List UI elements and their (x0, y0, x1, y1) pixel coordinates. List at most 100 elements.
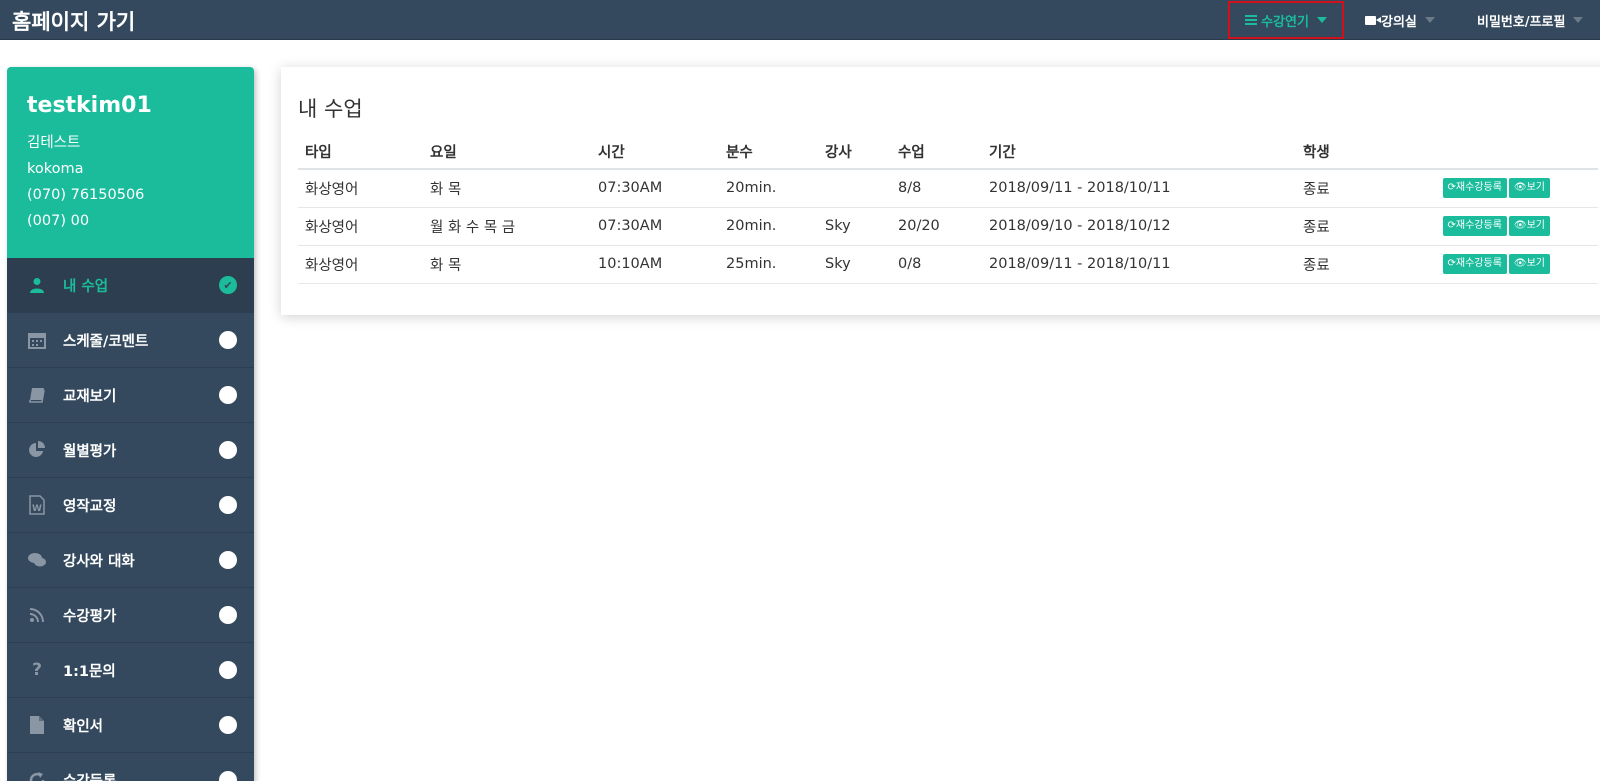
caret-down-icon (1424, 17, 1435, 23)
view-label: 보기 (1526, 182, 1545, 194)
sidebar-item-writing-correction[interactable]: W 영작교정 (7, 478, 254, 533)
course-postpone-label: 수강연기 (1261, 14, 1309, 30)
user-phone-1: (070) 76150506 (27, 187, 145, 203)
reregister-label: 재수강등록 (1455, 258, 1502, 269)
cell-type: 화상영어 (298, 245, 423, 284)
cell-days: 화 목 (423, 169, 591, 208)
view-button[interactable]: 👁보기 (1508, 254, 1550, 274)
cell-type: 화상영어 (298, 169, 423, 208)
sidebar-item-label: 강사와 대화 (63, 553, 135, 570)
comments-icon (27, 550, 47, 570)
cell-period: 2018/09/11 - 2018/10/11 (982, 169, 1296, 208)
cell-time: 07:30AM (591, 207, 719, 246)
password-profile-menu[interactable]: 비밀번호/프로필 (1477, 0, 1584, 40)
refresh-icon (27, 770, 47, 781)
my-classes-panel: 내 수업 타입 요일 시간 분수 강사 수업 기간 학생 화상영어 화 목 07… (281, 67, 1600, 315)
sidebar-item-schedule[interactable]: 스케줄/코멘트 (7, 313, 254, 368)
caret-down-icon (1316, 17, 1327, 23)
cell-days: 화 목 (423, 245, 591, 284)
sidebar-item-label: 내 수업 (63, 278, 109, 295)
classroom-label: 강의실 (1381, 14, 1417, 30)
cell-days: 월 화 수 목 금 (423, 207, 591, 246)
table-row: 화상영어 화 목 07:30AM 20min. 8/8 2018/09/11 -… (298, 169, 1598, 208)
sidebar: testkim01 김테스트 kokoma (070) 76150506 (00… (7, 67, 254, 781)
cell-teacher: Sky (818, 207, 891, 246)
check-circle-icon: ✔ (219, 276, 237, 294)
view-label: 보기 (1526, 258, 1545, 269)
sidebar-item-my-classes[interactable]: 내 수업 ✔ (7, 258, 254, 313)
table-row: 화상영어 월 화 수 목 금 07:30AM 20min. Sky 20/20 … (298, 207, 1598, 246)
table-header-row: 타입 요일 시간 분수 강사 수업 기간 학생 (298, 135, 1598, 170)
col-lessons: 수업 (891, 135, 982, 170)
status-dot (219, 386, 237, 404)
sidebar-item-course-review[interactable]: 수강평가 (7, 588, 254, 643)
word-file-icon: W (27, 495, 47, 515)
sidebar-item-label: 1:1문의 (63, 663, 116, 680)
classroom-menu[interactable]: 강의실 (1365, 0, 1435, 40)
sidebar-item-monthly-evaluation[interactable]: 월별평가 (7, 423, 254, 478)
question-icon: ? (32, 660, 42, 680)
table-row: 화상영어 화 목 10:10AM 25min. Sky 0/8 2018/09/… (298, 245, 1598, 284)
list-icon (1245, 15, 1258, 25)
col-time: 시간 (591, 135, 719, 170)
sidebar-item-inquiry[interactable]: ? 1:1문의 (7, 643, 254, 698)
sidebar-item-chat-teacher[interactable]: 강사와 대화 (7, 533, 254, 588)
rss-icon (27, 605, 47, 625)
cell-time: 10:10AM (591, 245, 719, 284)
cell-period: 2018/09/11 - 2018/10/11 (982, 245, 1296, 284)
reregister-button[interactable]: ⟳재수강등록 (1442, 254, 1507, 274)
status-dot (219, 661, 237, 679)
status-dot (219, 716, 237, 734)
view-label: 보기 (1526, 220, 1545, 231)
cell-teacher: Sky (818, 245, 891, 284)
file-icon (27, 715, 47, 735)
cell-status: 종료 (1296, 245, 1396, 284)
username: testkim01 (27, 93, 152, 118)
cell-actions: ⟳재수강등록 👁보기 (1396, 245, 1598, 284)
cell-type: 화상영어 (298, 207, 423, 246)
calendar-icon (27, 330, 47, 350)
reregister-label: 재수강등록 (1455, 220, 1502, 231)
password-profile-label: 비밀번호/프로필 (1477, 14, 1566, 30)
col-minutes: 분수 (719, 135, 818, 170)
user-icon (27, 275, 47, 295)
sidebar-item-label: 영작교정 (63, 498, 117, 515)
sidebar-menu: 내 수업 ✔ 스케줄/코멘트 교재보기 월별평가 W 영작교정 강사와 대화 수… (7, 258, 254, 781)
cell-minutes: 25min. (719, 245, 818, 284)
top-navbar: 홈페이지 가기 수강연기 강의실 비밀번호/프로필 (0, 0, 1600, 40)
col-type: 타입 (298, 135, 423, 170)
col-student: 학생 (1296, 135, 1396, 170)
sidebar-item-textbook[interactable]: 교재보기 (7, 368, 254, 423)
view-button[interactable]: 👁보기 (1508, 216, 1550, 236)
user-phone-2: (007) 00 (27, 213, 90, 229)
course-postpone-menu[interactable]: 수강연기 (1228, 1, 1344, 39)
col-days: 요일 (423, 135, 591, 170)
view-button[interactable]: 👁보기 (1508, 178, 1550, 199)
user-profile-card: testkim01 김테스트 kokoma (070) 76150506 (00… (7, 67, 254, 258)
classes-table: 타입 요일 시간 분수 강사 수업 기간 학생 화상영어 화 목 07:30AM… (298, 135, 1598, 284)
reregister-button[interactable]: ⟳재수강등록 (1442, 178, 1507, 199)
cell-lessons: 20/20 (891, 207, 982, 246)
sidebar-item-label: 수강등록 (63, 770, 116, 781)
status-dot (219, 551, 237, 569)
cell-actions: ⟳재수강등록 👁보기 (1396, 207, 1598, 246)
sidebar-item-certificate[interactable]: 확인서 (7, 698, 254, 753)
cell-status: 종료 (1296, 169, 1396, 208)
sidebar-item-label: 수강평가 (63, 608, 117, 625)
sidebar-item-label: 스케줄/코멘트 (63, 333, 149, 350)
col-actions (1396, 135, 1598, 170)
user-org: kokoma (27, 161, 84, 177)
video-camera-icon (1365, 15, 1381, 25)
pie-chart-icon (27, 440, 47, 460)
sidebar-item-label: 확인서 (63, 718, 104, 735)
reregister-button[interactable]: ⟳재수강등록 (1442, 216, 1507, 236)
book-icon (27, 385, 47, 405)
cell-teacher (818, 169, 891, 208)
page-title: 내 수업 (298, 97, 363, 121)
cell-lessons: 8/8 (891, 169, 982, 208)
sidebar-item-label: 월별평가 (63, 443, 117, 460)
homepage-link[interactable]: 홈페이지 가기 (12, 6, 135, 36)
sidebar-item-course-registration[interactable]: 수강등록 (7, 753, 254, 781)
status-dot (219, 606, 237, 624)
cell-lessons: 0/8 (891, 245, 982, 284)
